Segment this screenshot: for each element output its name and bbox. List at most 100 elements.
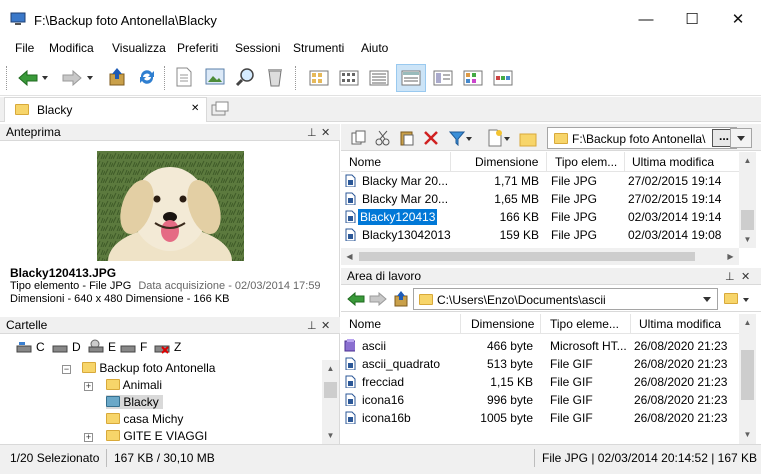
column-type[interactable]: Tipo eleme...: [550, 317, 619, 331]
scroll-thumb[interactable]: [741, 350, 754, 400]
view-filmstrip-button[interactable]: [490, 64, 516, 92]
back-dropdown[interactable]: [40, 64, 52, 92]
tree-item-animali[interactable]: Animali: [106, 378, 162, 392]
expand-toggle[interactable]: +: [84, 382, 93, 391]
tab-blacky[interactable]: Blacky ✕: [4, 97, 207, 122]
new-folder-icon[interactable]: [519, 129, 537, 147]
column-modified[interactable]: Ultima modifica: [632, 155, 714, 169]
drive-d[interactable]: D: [52, 340, 81, 356]
scroll-thumb[interactable]: [741, 210, 754, 230]
file-row[interactable]: icona16 996 byte File GIF 26/08/2020 21:23: [341, 391, 739, 409]
file-row[interactable]: ascii 466 byte Microsoft HT... 26/08/2020 2…: [341, 337, 739, 355]
new-file-icon[interactable]: [487, 129, 503, 147]
delete-icon[interactable]: [423, 130, 439, 146]
column-name[interactable]: Nome: [349, 155, 381, 169]
view-list-button[interactable]: [366, 64, 392, 92]
column-modified[interactable]: Ultima modifica: [639, 317, 721, 331]
file-size: 166 KB: [499, 210, 539, 224]
address-dropdown-button[interactable]: [730, 128, 752, 148]
drive-f[interactable]: F: [120, 340, 147, 356]
top-horizontal-scrollbar[interactable]: ◀ ▶: [341, 248, 739, 265]
cut-icon[interactable]: [375, 130, 391, 146]
menu-strumenti[interactable]: Strumenti: [293, 41, 344, 55]
scroll-down-icon: ▼: [743, 235, 752, 244]
forward-arrow-icon[interactable]: [369, 292, 387, 306]
chevron-down-icon[interactable]: [703, 296, 713, 304]
close-button[interactable]: ✕: [715, 0, 761, 40]
drive-e[interactable]: E: [88, 339, 116, 356]
view-details-button[interactable]: [396, 64, 426, 92]
menu-file[interactable]: File: [15, 41, 34, 55]
file-row[interactable]: Blacky13042013 159 KB File JPG 02/03/2014 1…: [341, 226, 739, 244]
recycle-bin-button[interactable]: [263, 64, 289, 92]
preview-pane-icon: [433, 70, 453, 86]
folders-scrollbar[interactable]: ▲ ▼: [322, 360, 339, 444]
maximize-button[interactable]: ☐: [669, 0, 715, 40]
drive-c[interactable]: C: [16, 340, 45, 356]
view-thumbnails-button[interactable]: [460, 64, 486, 92]
menu-sessioni[interactable]: Sessioni: [235, 41, 280, 55]
forward-button[interactable]: [58, 64, 84, 92]
panel-close-icon[interactable]: ✕: [321, 318, 330, 334]
file-row[interactable]: frecciad 1,15 KB File GIF 26/08/2020 21:23: [341, 373, 739, 391]
folders-panel: Cartelle ⊥ ✕ C D E F Z − Backup foto Ant…: [0, 317, 340, 444]
panel-close-icon[interactable]: ✕: [321, 125, 330, 141]
bottom-vertical-scrollbar[interactable]: ▲ ▼: [739, 314, 756, 444]
panel-close-icon[interactable]: ✕: [741, 269, 750, 285]
new-tab-icon[interactable]: [211, 101, 229, 117]
up-folder-icon[interactable]: [393, 290, 409, 308]
back-button[interactable]: [14, 64, 40, 92]
view-small-icons-button[interactable]: [336, 64, 362, 92]
tree-item-blacky[interactable]: Blacky: [106, 395, 163, 409]
status-selected: 1/20 Selezionato: [10, 451, 100, 465]
expand-toggle[interactable]: +: [84, 433, 93, 442]
column-name[interactable]: Nome: [349, 317, 381, 331]
file-row[interactable]: Blacky Mar 20... 1,71 MB File JPG 27/02/201…: [341, 172, 739, 190]
tree-item-casa-michy[interactable]: casa Michy: [106, 412, 183, 426]
refresh-button[interactable]: [134, 64, 160, 92]
chevron-down-icon[interactable]: [466, 135, 474, 143]
file-row[interactable]: Blacky120413 166 KB File JPG 02/03/2014 19:…: [341, 208, 739, 226]
preview-dimensions: Dimensioni - 640 x 480 Dimensione - 166 …: [10, 293, 230, 305]
text-view-button[interactable]: [172, 64, 198, 92]
up-folder-button[interactable]: [104, 64, 130, 92]
forward-dropdown[interactable]: [85, 64, 97, 92]
column-size[interactable]: Dimensione: [471, 317, 534, 331]
scroll-left-icon: ◀: [346, 252, 353, 261]
tab-close-icon[interactable]: ✕: [191, 103, 199, 114]
top-vertical-scrollbar[interactable]: ▲ ▼: [739, 152, 756, 248]
back-arrow-icon[interactable]: [347, 292, 365, 306]
scroll-thumb[interactable]: [359, 252, 695, 261]
paste-icon[interactable]: [399, 130, 415, 146]
file-row[interactable]: Blacky Mar 20... 1,65 MB File JPG 27/02/201…: [341, 190, 739, 208]
search-button[interactable]: [232, 64, 258, 92]
folder-icon[interactable]: [724, 293, 738, 304]
scroll-thumb[interactable]: [324, 382, 337, 398]
menu-visualizza[interactable]: Visualizza: [112, 41, 166, 55]
pin-icon[interactable]: ⊥: [307, 125, 317, 141]
collapse-toggle[interactable]: −: [62, 365, 71, 374]
drive-z[interactable]: Z: [154, 340, 181, 358]
menu-aiuto[interactable]: Aiuto: [361, 41, 388, 55]
column-size[interactable]: Dimensione: [475, 155, 538, 169]
view-preview-button[interactable]: [430, 64, 456, 92]
file-row[interactable]: icona16b 1005 byte File GIF 26/08/2020 21:2…: [341, 409, 739, 427]
top-address-bar[interactable]: F:\Backup foto Antonella\ ...: [547, 127, 737, 149]
view-large-icons-button[interactable]: [306, 64, 332, 92]
file-row[interactable]: ascii_quadrato 513 byte File GIF 26/08/2020…: [341, 355, 739, 373]
pin-icon[interactable]: ⊥: [725, 269, 735, 285]
workarea-address-bar[interactable]: C:\Users\Enzo\Documents\ascii: [413, 288, 718, 310]
file-size: 466 byte: [486, 339, 533, 353]
column-type[interactable]: Tipo elem...: [555, 155, 617, 169]
chevron-down-icon[interactable]: [504, 135, 512, 143]
menu-preferiti[interactable]: Preferiti: [177, 41, 218, 55]
minimize-button[interactable]: —: [623, 0, 669, 40]
filter-icon[interactable]: [449, 130, 465, 146]
image-view-button[interactable]: [202, 64, 228, 92]
copy-icon[interactable]: [351, 130, 367, 146]
pin-icon[interactable]: ⊥: [307, 318, 317, 334]
menu-modifica[interactable]: Modifica: [49, 41, 94, 55]
tree-item-backup[interactable]: Backup foto Antonella: [82, 361, 215, 375]
chevron-down-icon[interactable]: [743, 296, 751, 304]
tree-item-gite[interactable]: GITE E VIAGGI: [106, 429, 207, 443]
